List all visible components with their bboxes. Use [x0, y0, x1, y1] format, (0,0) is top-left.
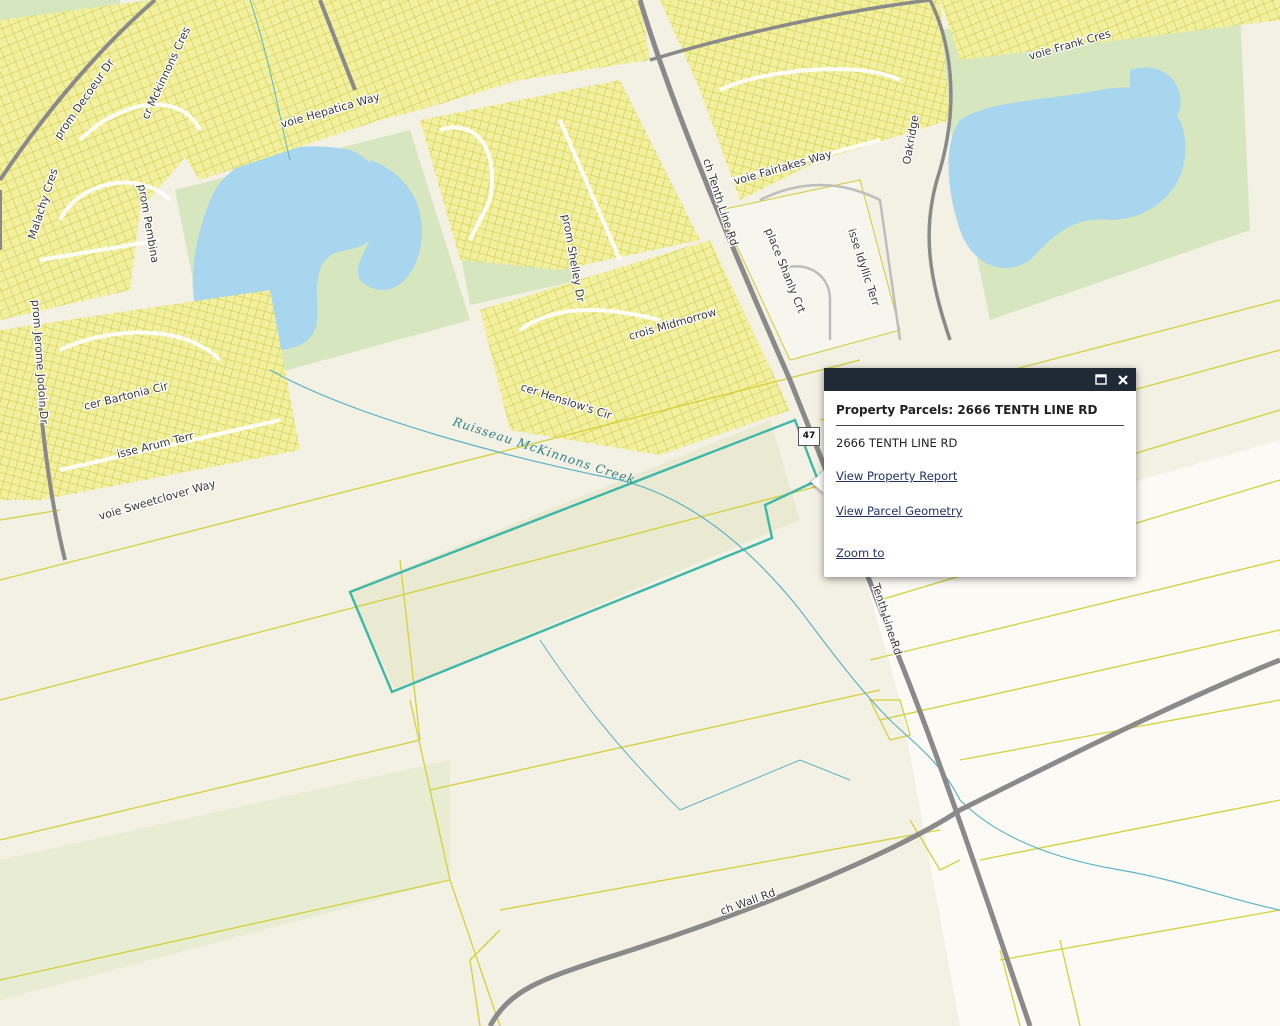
maximize-icon[interactable]: [1094, 373, 1108, 387]
popup-address: 2666 TENTH LINE RD: [836, 436, 958, 450]
parcel-popup: Property Parcels: 2666 TENTH LINE RD 266…: [824, 368, 1136, 577]
popup-header: [824, 368, 1136, 391]
popup-title: Property Parcels: 2666 TENTH LINE RD: [836, 403, 1124, 426]
zoom-to-link[interactable]: Zoom to: [836, 546, 1124, 560]
view-property-report-link[interactable]: View Property Report: [836, 469, 1124, 483]
road-shield-47: 47: [798, 427, 820, 446]
close-icon[interactable]: [1116, 373, 1130, 387]
view-parcel-geometry-link[interactable]: View Parcel Geometry: [836, 504, 1124, 518]
popup-pointer: [811, 470, 825, 494]
